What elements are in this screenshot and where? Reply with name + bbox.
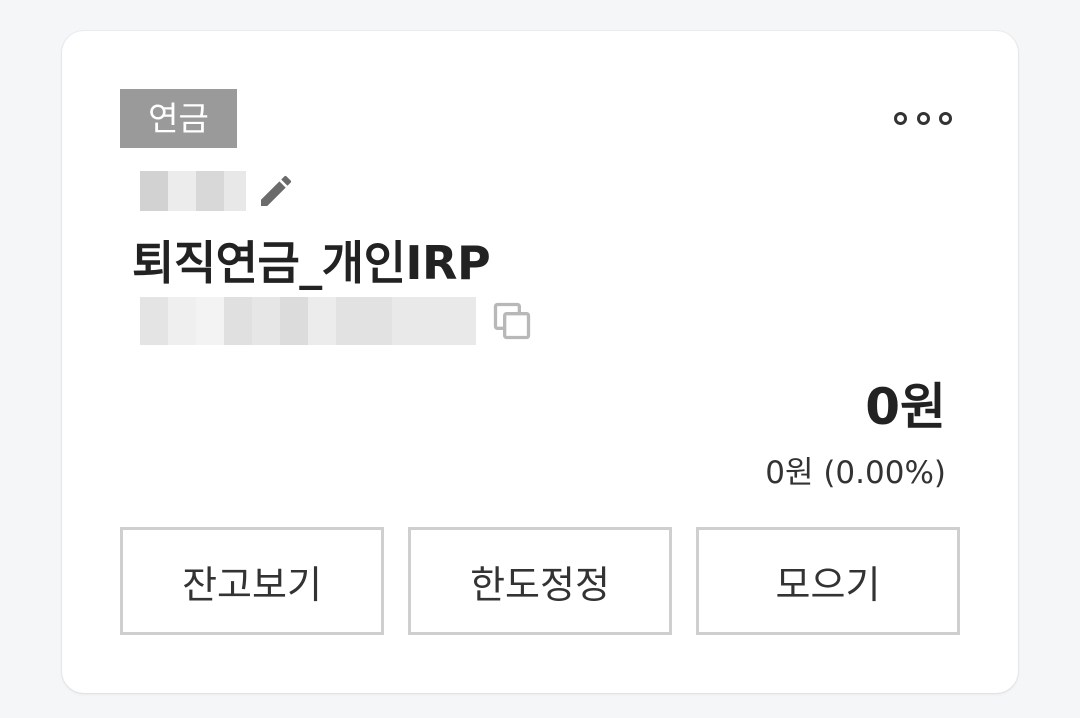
more-dot-icon [894, 111, 907, 125]
masked-nickname [140, 171, 246, 211]
pension-account-card: 연금 퇴직연금_개인IRP 0원 0원 (0.00%) 잔고보기 한도정정 모으… [62, 31, 1018, 693]
copy-icon[interactable] [490, 299, 534, 343]
more-dot-icon [916, 111, 930, 125]
pencil-icon[interactable] [256, 171, 296, 211]
view-balance-button[interactable]: 잔고보기 [120, 527, 384, 635]
account-number-row [140, 297, 534, 345]
account-type-badge: 연금 [120, 89, 237, 148]
more-dot-icon [939, 111, 952, 125]
limit-adjust-button[interactable]: 한도정정 [408, 527, 672, 635]
masked-account-number [140, 297, 476, 345]
more-options-button[interactable] [888, 101, 958, 135]
account-nickname-row [140, 171, 296, 211]
profit-amount: 0원 (0.00%) [765, 455, 946, 491]
deposit-button[interactable]: 모으기 [696, 527, 960, 635]
balance-amount: 0원 [865, 378, 946, 436]
account-name: 퇴직연금_개인IRP [132, 236, 491, 290]
